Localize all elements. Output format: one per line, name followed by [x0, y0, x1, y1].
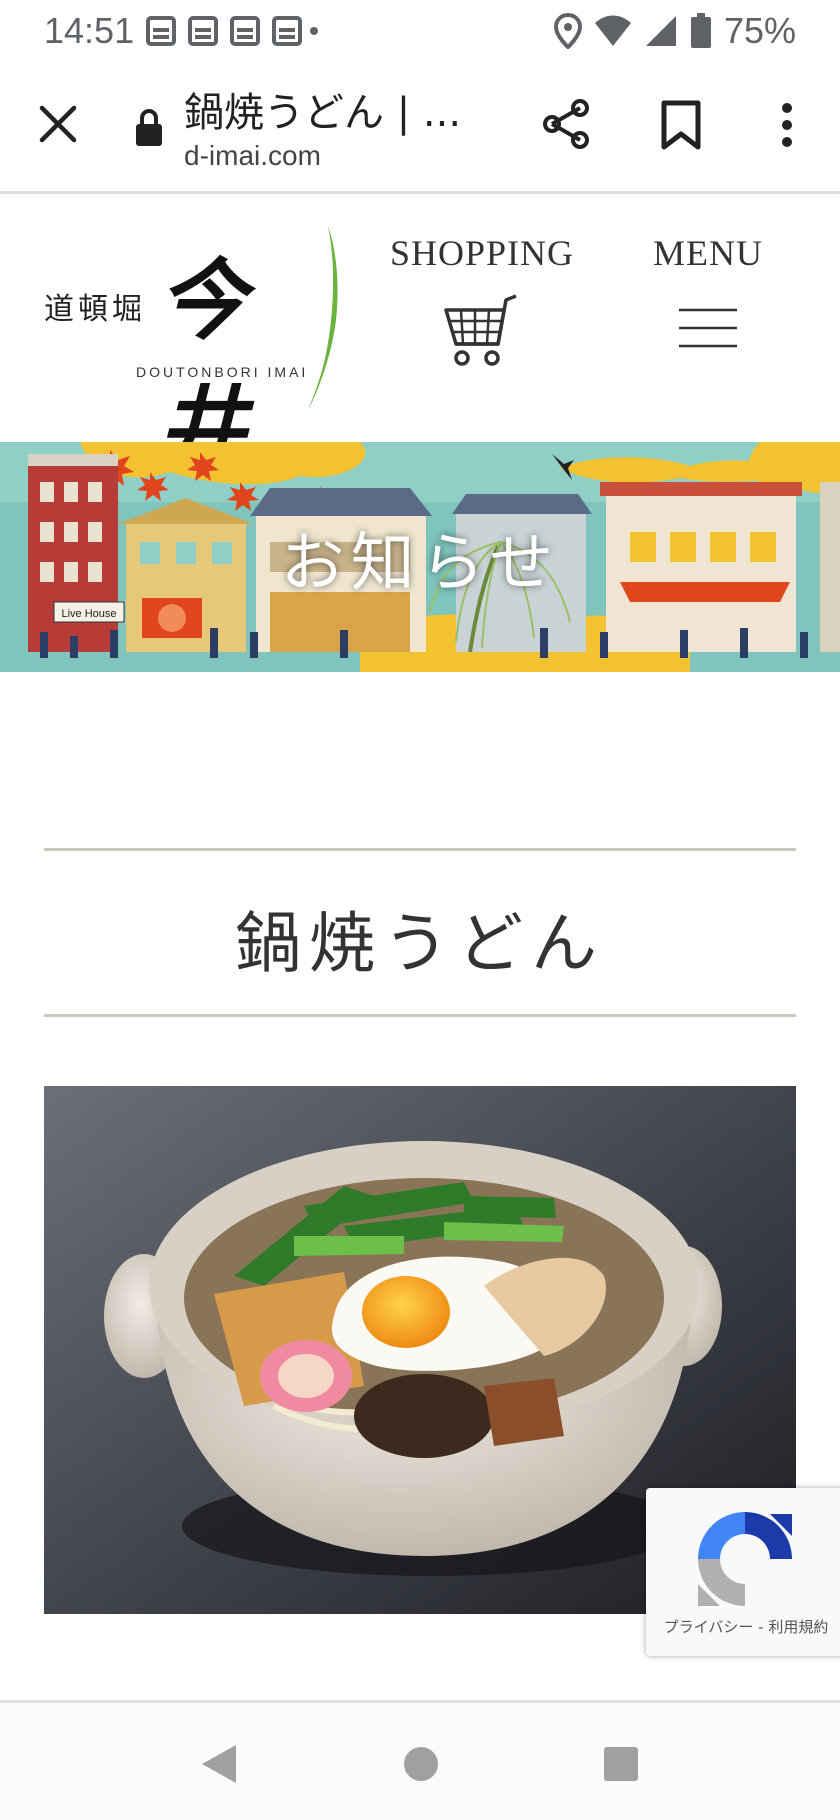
wifi-icon [594, 15, 631, 46]
menu-label: MENU [653, 233, 763, 273]
news-banner: Live House お知らせ [0, 442, 840, 672]
recaptcha-icon [698, 1512, 792, 1606]
battery-icon [690, 13, 711, 48]
close-icon[interactable] [34, 100, 82, 148]
more-vert-icon[interactable] [772, 102, 802, 148]
title-rule-bottom [44, 1014, 796, 1017]
notification-icon [188, 16, 219, 46]
recents-icon[interactable] [602, 1745, 640, 1783]
site-header: 道頓堀 今井 DOUTONBORI IMAI SHOPPING MENU [0, 196, 840, 479]
shopping-nav[interactable]: SHOPPING [372, 232, 592, 382]
cart-icon [444, 294, 517, 366]
home-icon[interactable] [402, 1745, 440, 1783]
page-title[interactable]: 鍋焼うどん | ... [184, 80, 461, 138]
location-icon [553, 13, 582, 49]
page-url[interactable]: d-imai.com [184, 140, 321, 172]
more-notifications-dot [310, 27, 319, 35]
banner-title: お知らせ [280, 527, 560, 601]
battery-level: 75% [723, 10, 796, 51]
status-left: 14:51 [44, 10, 319, 52]
browser-toolbar: 鍋焼うどん | ... d-imai.com [0, 62, 840, 194]
notification-icon [272, 16, 303, 46]
title-rule-top [44, 848, 796, 851]
site-logo[interactable]: 道頓堀 今井 DOUTONBORI IMAI [40, 224, 350, 479]
recaptcha-privacy-terms[interactable]: プライバシー - 利用規約 [646, 1616, 840, 1637]
shopping-label: SHOPPING [389, 233, 575, 273]
recaptcha-badge[interactable]: プライバシー - 利用規約 [646, 1488, 840, 1656]
bookmark-icon[interactable] [660, 100, 702, 150]
notification-icon [146, 16, 177, 46]
system-nav-bar [0, 1700, 840, 1820]
signal-icon [645, 16, 676, 46]
notification-icon [230, 16, 261, 46]
article-title: 鍋焼うどん [235, 905, 605, 982]
logo-romaji: DOUTONBORI IMAI [136, 364, 309, 380]
hamburger-icon [679, 308, 737, 348]
share-icon[interactable] [540, 98, 592, 150]
menu-nav[interactable]: MENU [640, 232, 776, 382]
logo-kanji-small: 道頓堀 [44, 292, 146, 327]
live-house-sign: Live House [61, 608, 116, 620]
status-time: 14:51 [44, 10, 135, 51]
status-bar: 14:51 75% [0, 0, 840, 62]
logo-brush-stroke [308, 226, 338, 410]
back-icon[interactable] [200, 1743, 238, 1785]
status-right: 75% [553, 10, 796, 52]
lock-icon[interactable] [134, 108, 164, 148]
